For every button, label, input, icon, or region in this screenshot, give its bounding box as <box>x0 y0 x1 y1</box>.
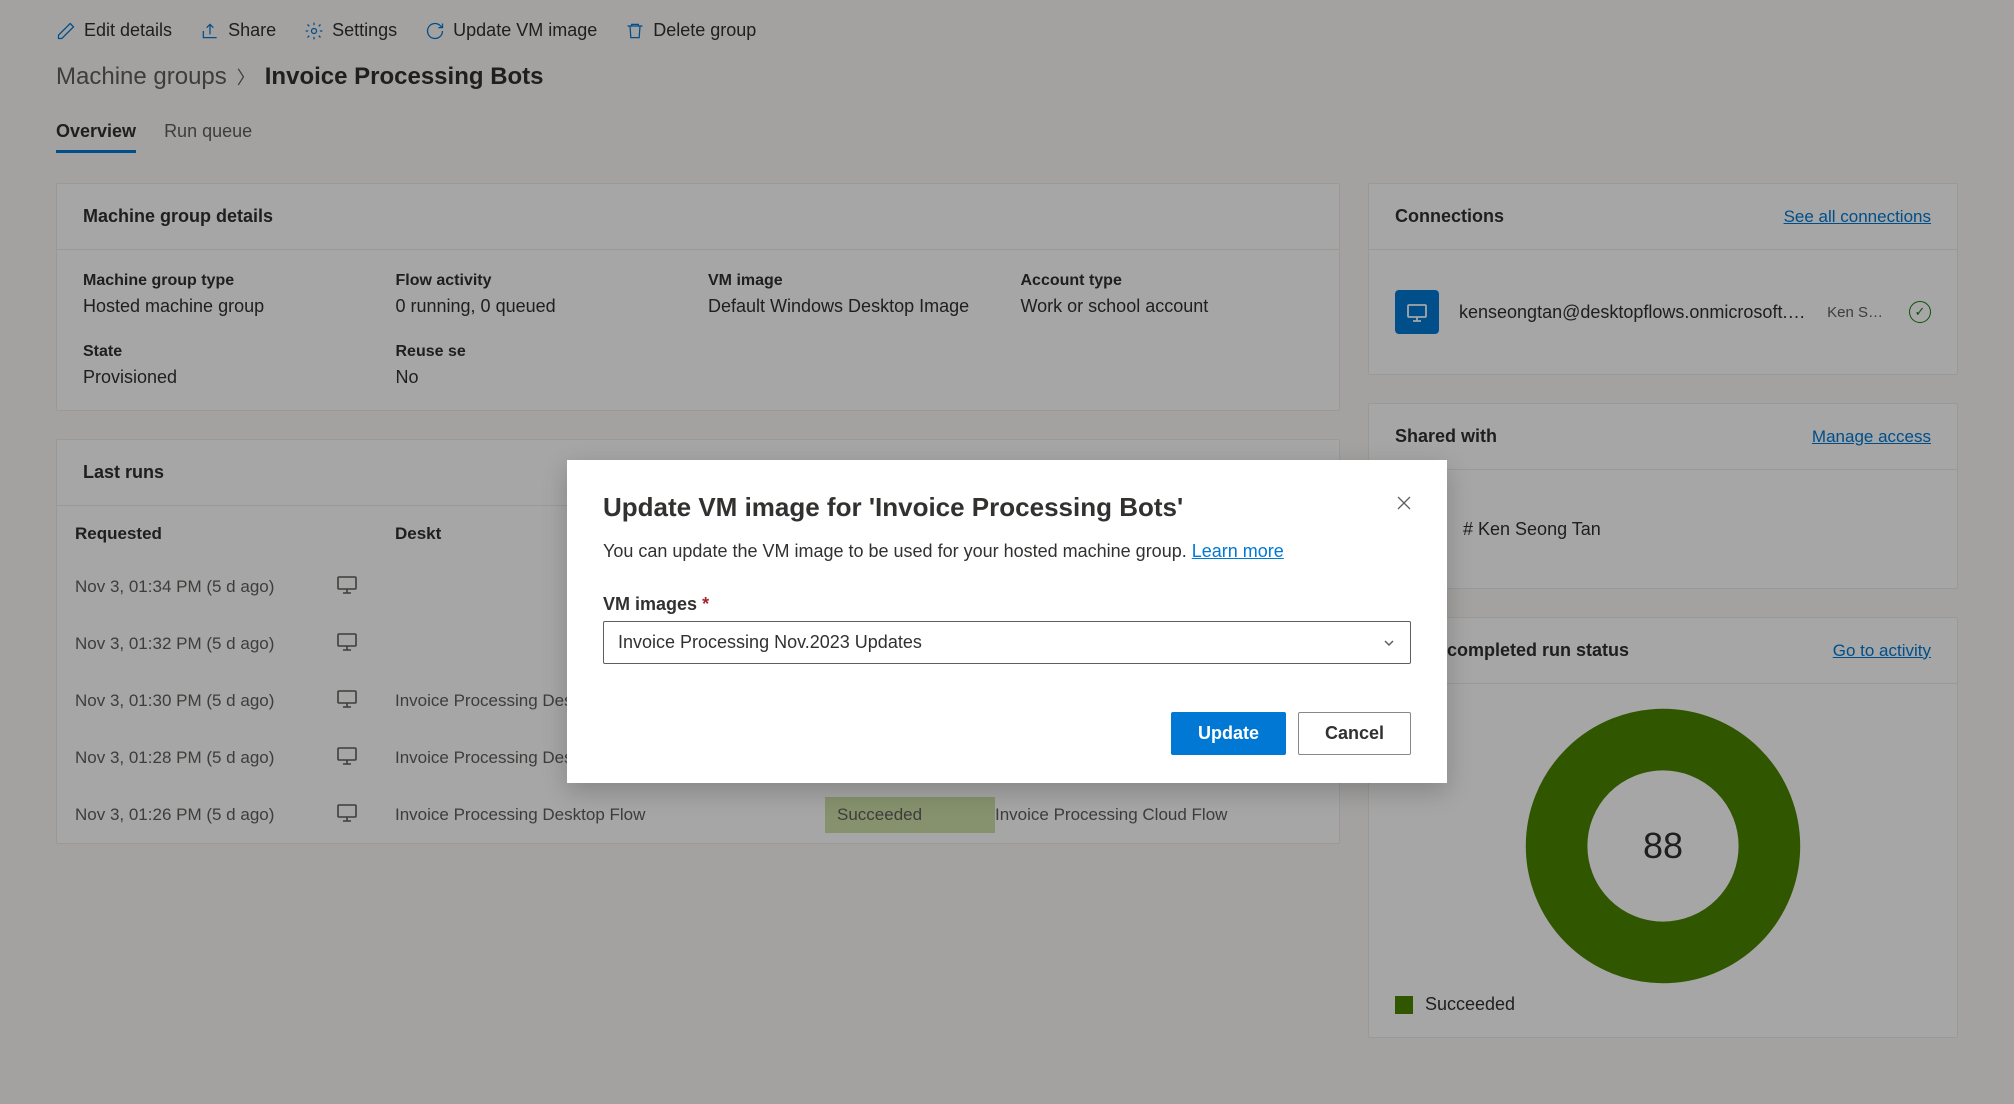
close-icon <box>1396 495 1412 511</box>
cancel-button[interactable]: Cancel <box>1298 712 1411 755</box>
modal-title: Update VM image for 'Invoice Processing … <box>603 492 1411 523</box>
modal-description: You can update the VM image to be used f… <box>603 541 1411 562</box>
learn-more-link[interactable]: Learn more <box>1192 541 1284 561</box>
vm-images-selected: Invoice Processing Nov.2023 Updates <box>618 632 922 653</box>
chevron-down-icon <box>1382 636 1396 650</box>
update-vm-modal: Update VM image for 'Invoice Processing … <box>567 460 1447 783</box>
modal-close-button[interactable] <box>1391 490 1417 516</box>
update-button[interactable]: Update <box>1171 712 1286 755</box>
vm-images-field-label: VM images * <box>603 594 1411 615</box>
modal-overlay[interactable]: Update VM image for 'Invoice Processing … <box>0 0 2014 1104</box>
vm-images-select[interactable]: Invoice Processing Nov.2023 Updates <box>603 621 1411 664</box>
